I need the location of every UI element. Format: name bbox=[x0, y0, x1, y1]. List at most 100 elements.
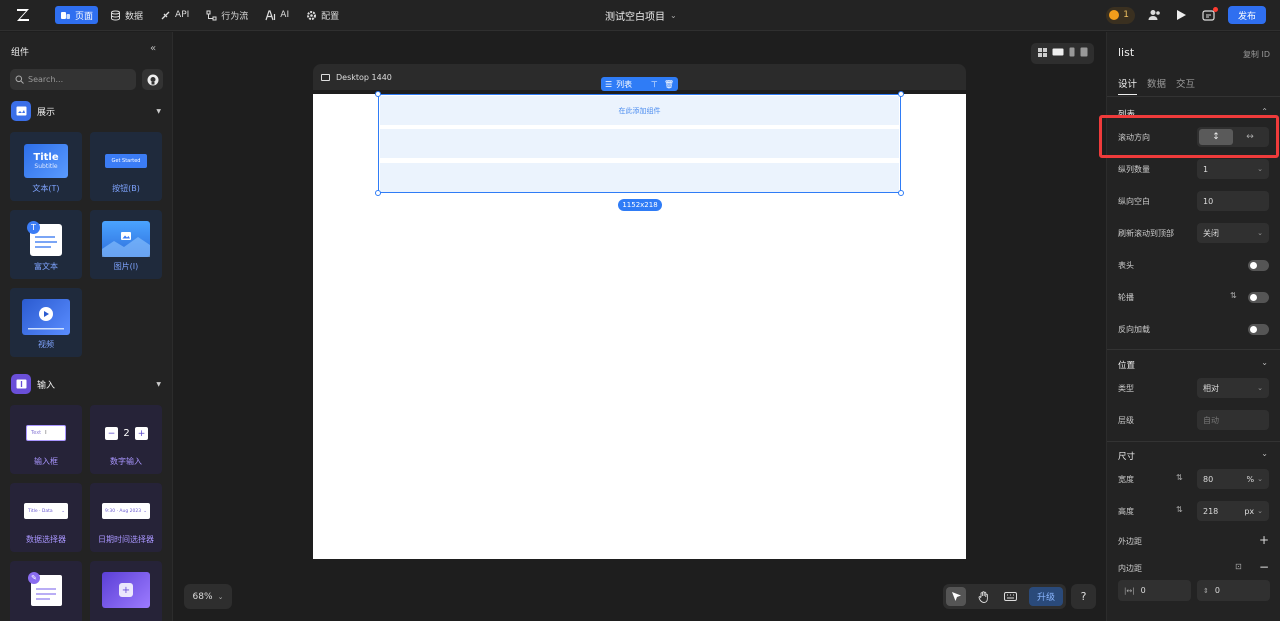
vertical-gap-input[interactable]: 10 bbox=[1197, 191, 1269, 211]
selected-list[interactable]: 在此添加组件 bbox=[378, 94, 901, 193]
component-label: 日期时间选择器 bbox=[98, 535, 154, 544]
input-thumbnail: Text I bbox=[26, 425, 66, 441]
search-input[interactable]: Search... bbox=[10, 69, 136, 90]
component-richtext[interactable]: T 富文本 bbox=[10, 210, 82, 279]
nav-api[interactable]: API bbox=[155, 6, 194, 24]
nav-page[interactable]: 页面 bbox=[55, 6, 99, 24]
padding-label: 内边距 bbox=[1118, 564, 1142, 573]
position-type-label: 类型 bbox=[1118, 384, 1134, 393]
tab-data[interactable]: 数据 bbox=[1147, 76, 1166, 95]
resize-handle[interactable] bbox=[898, 91, 904, 97]
height-input[interactable]: 218 px ⌄ bbox=[1197, 501, 1269, 521]
api-icon bbox=[160, 10, 171, 21]
component-textarea[interactable]: ✎ bbox=[10, 561, 82, 621]
header-toggle[interactable] bbox=[1248, 260, 1269, 271]
image-thumbnail bbox=[102, 221, 150, 257]
remove-icon[interactable]: − bbox=[1259, 560, 1269, 574]
component-number-input[interactable]: − 2 + 数字输入 bbox=[90, 405, 162, 474]
keyboard-icon[interactable] bbox=[1000, 587, 1020, 606]
resize-handle[interactable] bbox=[375, 190, 381, 196]
component-label: 输入框 bbox=[34, 457, 58, 466]
padding-expand-icon[interactable]: ⊡ bbox=[1235, 562, 1242, 571]
selection-toolbar: ☰ 列表 ⊤ 🗑 bbox=[601, 77, 678, 91]
list-item[interactable]: 在此添加组件 bbox=[380, 96, 899, 125]
help-button[interactable]: ? bbox=[1071, 584, 1096, 609]
columns-select[interactable]: 1 ⌄ bbox=[1197, 159, 1269, 179]
component-data-picker[interactable]: Title · Data ⌄ 数据选择器 bbox=[10, 483, 82, 552]
component-image[interactable]: 图片(I) bbox=[90, 210, 162, 279]
upgrade-button[interactable]: 升级 bbox=[1029, 587, 1063, 606]
carousel-toggle[interactable] bbox=[1248, 292, 1269, 303]
thumb-picker-text: Title · Data bbox=[28, 508, 53, 514]
resize-handle[interactable] bbox=[898, 190, 904, 196]
pointer-tool-icon[interactable] bbox=[946, 587, 966, 606]
padding-vertical-input[interactable]: ⇕ 0 bbox=[1197, 580, 1270, 601]
align-top-icon[interactable]: ⊤ bbox=[651, 80, 658, 89]
desktop-icon[interactable] bbox=[1052, 48, 1064, 60]
copy-id-button[interactable]: 复制 ID bbox=[1243, 49, 1270, 60]
variable-icon[interactable]: ⇅ bbox=[1176, 473, 1183, 482]
height-unit[interactable]: px bbox=[1244, 507, 1254, 516]
component-upload[interactable]: + bbox=[90, 561, 162, 621]
component-video[interactable]: 视频 bbox=[10, 288, 82, 357]
play-icon[interactable] bbox=[1174, 8, 1189, 23]
layer-input[interactable]: 自动 bbox=[1197, 410, 1269, 430]
section-input[interactable]: 输入 ▼ bbox=[11, 374, 161, 394]
layer-placeholder: 自动 bbox=[1203, 415, 1219, 425]
chevron-down-icon: ⌄ bbox=[670, 11, 677, 20]
trash-icon[interactable]: 🗑 bbox=[664, 80, 674, 89]
panel-title: 组件 bbox=[11, 48, 30, 58]
project-selector[interactable]: 测试空白项目 ⌄ bbox=[605, 8, 677, 23]
component-label: 数据选择器 bbox=[26, 535, 66, 544]
width-input[interactable]: 80 % ⌄ bbox=[1197, 469, 1269, 489]
tab-divider bbox=[1107, 96, 1280, 97]
list-item[interactable] bbox=[380, 163, 899, 192]
datetime-thumbnail: 9:30 · Aug 2023 ⌄ bbox=[102, 503, 150, 519]
variable-icon[interactable]: ⇅ bbox=[1176, 505, 1183, 514]
position-type-select[interactable]: 相对 ⌄ bbox=[1197, 378, 1269, 398]
nav-settings[interactable]: 配置 bbox=[301, 6, 344, 24]
notifications-icon[interactable] bbox=[1201, 6, 1218, 23]
nav-data[interactable]: 数据 bbox=[105, 6, 148, 24]
thumb-title: Title bbox=[33, 152, 59, 163]
tab-design[interactable]: 设计 bbox=[1118, 76, 1138, 95]
chevron-down-icon[interactable]: ⌄ bbox=[1261, 449, 1268, 458]
text-thumbnail: Title Subtitle bbox=[24, 144, 68, 178]
app-logo-icon[interactable] bbox=[15, 7, 31, 23]
users-icon[interactable] bbox=[1147, 8, 1162, 23]
component-datetime-picker[interactable]: 9:30 · Aug 2023 ⌄ 日期时间选择器 bbox=[90, 483, 162, 552]
component-input[interactable]: Text I 输入框 bbox=[10, 405, 82, 474]
section-display[interactable]: 展示 ▼ bbox=[11, 101, 161, 121]
component-text[interactable]: Title Subtitle 文本(T) bbox=[10, 132, 82, 201]
main-nav: 页面 数据 API 行为流 AI 配置 bbox=[55, 0, 351, 31]
publish-button[interactable]: 发布 bbox=[1228, 6, 1266, 24]
hand-tool-icon[interactable] bbox=[973, 587, 993, 606]
canvas-area[interactable]: Desktop 1440 在此添加组件 ☰ 列表 ⊤ 🗑 1152x218 68… bbox=[174, 32, 1106, 621]
padding-horizontal-input[interactable]: |↔| 0 bbox=[1118, 580, 1191, 601]
zoom-control[interactable]: 68% ⌄ bbox=[184, 584, 232, 609]
notification-dot bbox=[1213, 6, 1218, 12]
list-item[interactable] bbox=[380, 129, 899, 158]
tablet-icon[interactable] bbox=[1080, 47, 1088, 60]
chevron-down-icon[interactable]: ⌄ bbox=[1261, 358, 1268, 367]
nav-label: 行为流 bbox=[221, 11, 249, 22]
credits-badge[interactable]: 1 bbox=[1106, 6, 1135, 24]
tab-interaction[interactable]: 交互 bbox=[1176, 76, 1195, 95]
chevron-down-icon: ⌄ bbox=[1257, 384, 1263, 392]
component-button[interactable]: Get Started 按钮(B) bbox=[90, 132, 162, 201]
app-root: 页面 数据 API 行为流 AI 配置 测试空白项目 ⌄ 1 发布 组件 « S… bbox=[0, 0, 1280, 621]
refresh-scroll-select[interactable]: 关闭 ⌄ bbox=[1197, 223, 1269, 243]
mobile-icon[interactable] bbox=[1069, 47, 1075, 60]
add-icon[interactable]: + bbox=[1259, 533, 1269, 547]
selected-tag-label[interactable]: 列表 bbox=[616, 79, 632, 90]
width-unit[interactable]: % bbox=[1247, 475, 1255, 484]
nav-ai[interactable]: AI bbox=[260, 6, 294, 24]
github-icon[interactable] bbox=[142, 69, 163, 90]
collapse-panel-icon[interactable]: « bbox=[150, 43, 156, 54]
variable-icon[interactable]: ⇅ bbox=[1230, 291, 1237, 300]
reverse-load-toggle[interactable] bbox=[1248, 324, 1269, 335]
grid-view-icon[interactable] bbox=[1037, 47, 1047, 60]
nav-flow[interactable]: 行为流 bbox=[201, 6, 253, 24]
resize-handle[interactable] bbox=[375, 91, 381, 97]
section-divider bbox=[1107, 441, 1280, 442]
